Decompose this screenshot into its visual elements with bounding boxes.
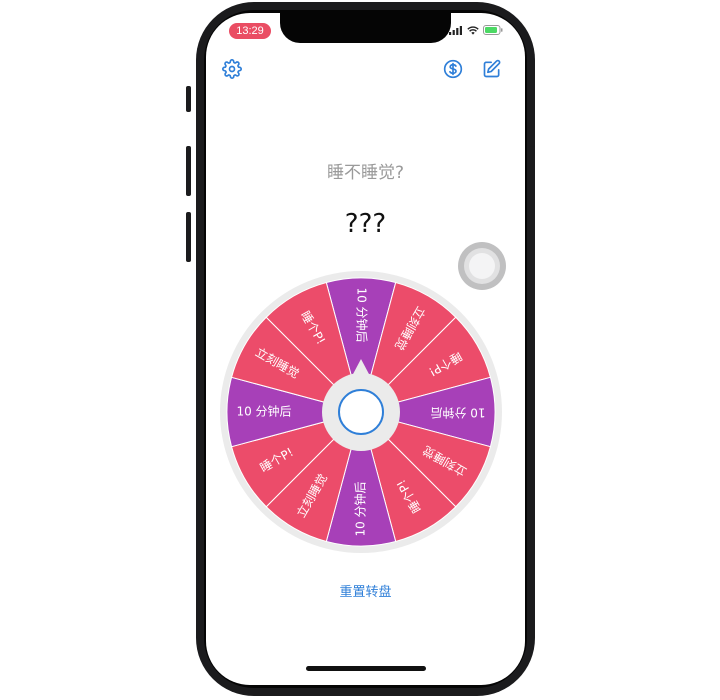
spin-button[interactable]: [338, 389, 384, 435]
volume-down-button: [186, 212, 191, 262]
wheel-segment-label: 10 分钟后: [236, 404, 291, 419]
wheel-segment-label: 10 分钟后: [430, 406, 485, 421]
power-button: [530, 146, 535, 200]
assistive-touch-button[interactable]: [458, 242, 506, 290]
home-indicator: [306, 666, 426, 671]
wheel-segment-label: 10 分钟后: [353, 481, 368, 536]
phone-screen: 13:29 睡不睡觉? ??? 10 分钟后 立刻睡觉 睡个P! 10 分钟后 …: [206, 13, 525, 685]
wheel-segment-label: 10 分钟后: [355, 287, 370, 342]
volume-up-button: [186, 146, 191, 196]
mute-switch: [186, 86, 191, 112]
reset-wheel-button[interactable]: 重置转盘: [206, 581, 525, 600]
